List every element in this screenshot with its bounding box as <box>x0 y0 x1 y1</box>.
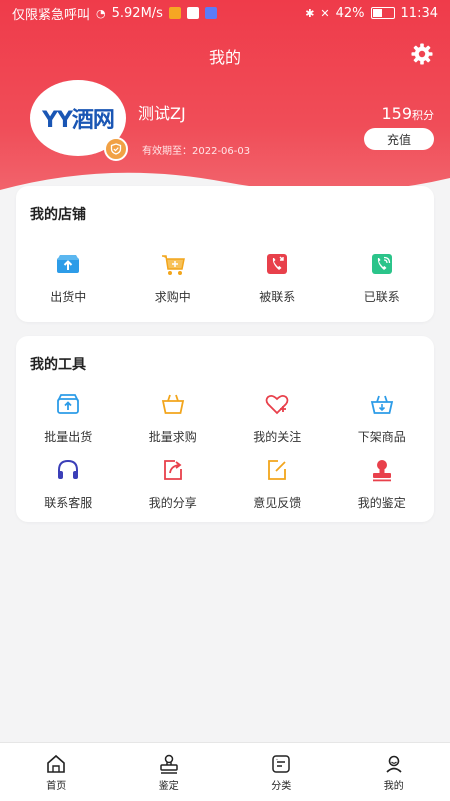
tool-item-label: 意见反馈 <box>253 494 301 511</box>
tool-item-label: 批量求购 <box>149 428 197 445</box>
points-balance: 159积分 <box>381 104 434 123</box>
store-item-label: 已联系 <box>364 288 400 305</box>
tool-item-following[interactable]: 我的关注 <box>225 390 330 445</box>
user-icon <box>383 753 405 775</box>
tool-item-label: 我的鉴定 <box>358 494 406 511</box>
tab-category[interactable]: 分类 <box>225 743 338 801</box>
phone-incoming-icon <box>263 250 291 278</box>
membership-expiry: 有效期至：2022-06-03 <box>142 142 250 157</box>
category-icon <box>270 753 292 775</box>
my-tools-card: 我的工具 批量出货 批量求购 我的关注 <box>16 336 434 522</box>
settings-gear-icon[interactable] <box>410 42 434 66</box>
battery-percent: 42% <box>336 6 365 21</box>
points-unit: 积分 <box>412 109 434 122</box>
tool-item-label: 联系客服 <box>44 494 92 511</box>
my-store-card: 我的店铺 出货中 求购中 被联系 <box>16 186 434 322</box>
heart-plus-icon <box>263 390 291 418</box>
tool-item-label: 下架商品 <box>358 428 406 445</box>
tool-item-my-share[interactable]: 我的分享 <box>121 456 226 511</box>
vpn-icon <box>205 7 217 19</box>
status-bar: 仅限紧急呼叫 ◔ 5.92M/s ✱ ✕ 42% 11:34 <box>0 0 450 26</box>
tool-item-feedback[interactable]: 意见反馈 <box>225 456 330 511</box>
feedback-icon <box>263 456 291 484</box>
profile-header: 仅限紧急呼叫 ◔ 5.92M/s ✱ ✕ 42% 11:34 我的 <box>0 0 450 210</box>
tab-mine[interactable]: 我的 <box>338 743 450 801</box>
clock: 11:34 <box>401 6 438 21</box>
basket-icon <box>159 390 187 418</box>
page-title: 我的 <box>0 44 450 68</box>
bottom-tab-bar: 首页 鉴定 分类 我的 <box>0 742 450 801</box>
store-item-contacted[interactable]: 已联系 <box>330 250 435 305</box>
points-value: 159 <box>381 104 412 123</box>
tab-label: 分类 <box>271 777 291 792</box>
tool-item-label: 我的关注 <box>253 428 301 445</box>
verified-shield-icon <box>104 137 128 161</box>
bluetooth-icon: ✱ <box>305 7 314 20</box>
home-icon <box>45 753 67 775</box>
tool-item-label: 我的分享 <box>149 494 197 511</box>
my-tools-title: 我的工具 <box>30 354 86 374</box>
store-item-label: 被联系 <box>259 288 295 305</box>
battery-icon <box>371 7 395 19</box>
share-icon <box>159 456 187 484</box>
phone-outgoing-icon <box>368 250 396 278</box>
shipping-box-icon <box>54 250 82 278</box>
cart-icon <box>159 250 187 278</box>
username: 测试ZJ <box>138 100 186 124</box>
tab-label: 首页 <box>46 777 66 792</box>
tool-item-bulk-buy[interactable]: 批量求购 <box>121 390 226 445</box>
headset-icon <box>54 456 82 484</box>
tab-appraisal[interactable]: 鉴定 <box>113 743 226 801</box>
store-item-contacted-by[interactable]: 被联系 <box>225 250 330 305</box>
store-item-label: 求购中 <box>155 288 191 305</box>
stamp-icon <box>158 753 180 775</box>
tab-home[interactable]: 首页 <box>0 743 113 801</box>
tool-item-label: 批量出货 <box>44 428 92 445</box>
wifi-icon: ◔ <box>96 7 106 20</box>
tool-item-my-appraisal[interactable]: 我的鉴定 <box>330 456 435 511</box>
carrier-text: 仅限紧急呼叫 <box>12 4 90 23</box>
avatar-logo: YY酒网 <box>42 102 114 134</box>
app-notification-icon <box>169 7 181 19</box>
network-speed: 5.92M/s <box>112 6 163 21</box>
tool-item-unshelve[interactable]: 下架商品 <box>330 390 435 445</box>
store-item-shipping[interactable]: 出货中 <box>16 250 121 305</box>
appraisal-stamp-icon <box>368 456 396 484</box>
bulk-ship-icon <box>54 390 82 418</box>
unshelve-icon <box>368 390 396 418</box>
tool-item-bulk-ship[interactable]: 批量出货 <box>16 390 121 445</box>
recharge-button[interactable]: 充值 <box>364 128 434 150</box>
tool-item-customer-service[interactable]: 联系客服 <box>16 456 121 511</box>
mail-icon <box>187 7 199 19</box>
mute-icon: ✕ <box>320 7 329 20</box>
tab-label: 我的 <box>384 777 404 792</box>
store-item-buying[interactable]: 求购中 <box>121 250 226 305</box>
tab-label: 鉴定 <box>159 777 179 792</box>
my-store-title: 我的店铺 <box>30 204 86 224</box>
store-item-label: 出货中 <box>50 288 86 305</box>
